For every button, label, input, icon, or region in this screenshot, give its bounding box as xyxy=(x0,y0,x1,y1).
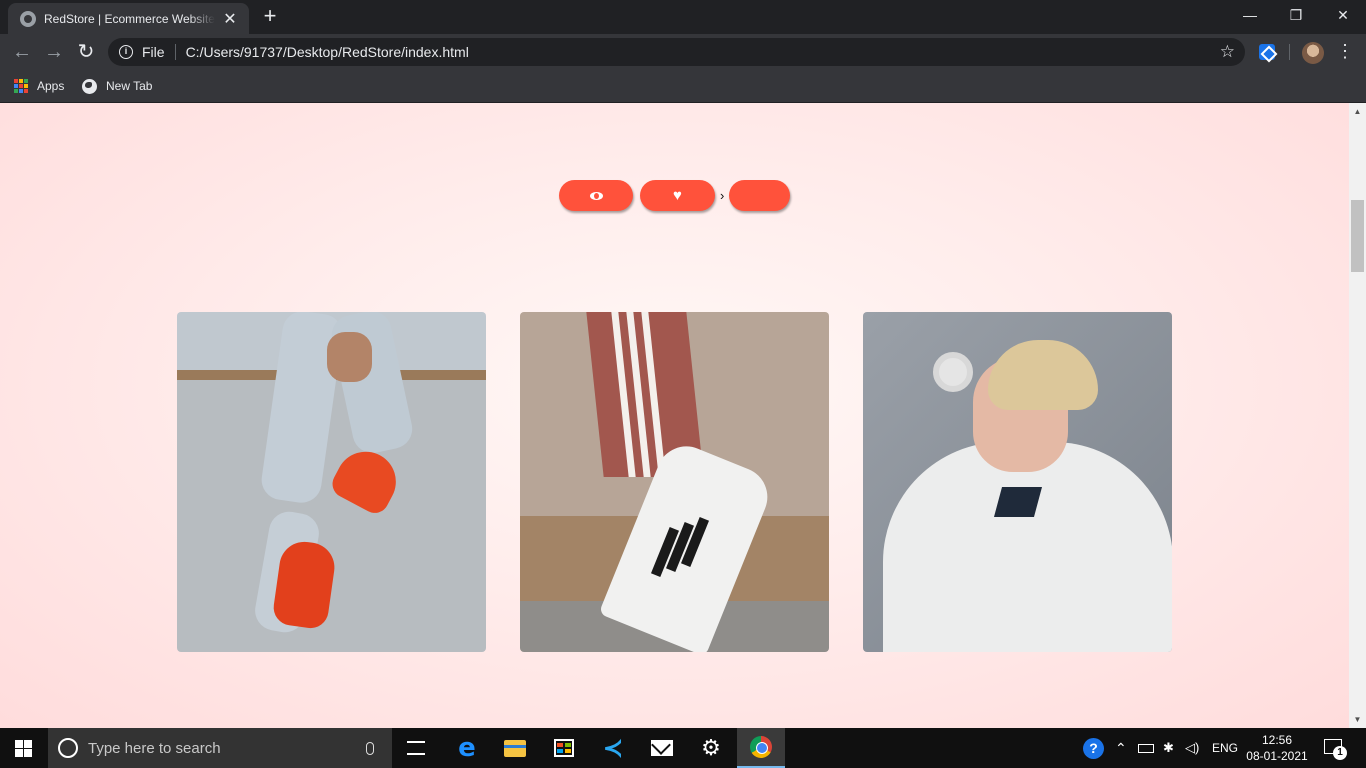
folder-icon xyxy=(504,739,526,757)
battery-tray-button[interactable] xyxy=(1138,728,1154,768)
forward-button[interactable]: → xyxy=(40,38,68,66)
chrome-taskbar-button[interactable] xyxy=(737,728,785,768)
vscode-taskbar-button[interactable]: ≺ xyxy=(589,728,637,768)
woman-adidas-hoodie-photo[interactable] xyxy=(863,312,1172,652)
chrome-icon xyxy=(750,736,772,758)
close-window-button[interactable]: ✕ xyxy=(1320,0,1366,30)
bookmark-apps-label: Apps xyxy=(37,79,65,93)
show-hidden-icons-button[interactable]: ⌃ xyxy=(1115,728,1127,768)
back-button[interactable]: ← xyxy=(8,38,36,66)
bookmark-apps[interactable]: Apps xyxy=(14,76,64,96)
settings-taskbar-button[interactable]: ⚙ xyxy=(687,728,735,768)
wifi-icon: ✱ xyxy=(1163,740,1174,755)
minimize-button[interactable]: — xyxy=(1227,0,1273,30)
task-view-icon xyxy=(407,741,425,755)
chevron-up-icon: ⌃ xyxy=(1115,739,1127,756)
notification-count-badge: 1 xyxy=(1333,746,1347,760)
eye-icon xyxy=(589,191,603,200)
url-text[interactable]: C:/Users/91737/Desktop/RedStore/index.ht… xyxy=(186,44,1220,60)
scroll-up-arrow[interactable]: ▲ xyxy=(1349,103,1366,120)
separator-glyph: › xyxy=(720,188,725,203)
scroll-thumb[interactable] xyxy=(1351,200,1364,272)
language-label: ENG xyxy=(1212,741,1239,755)
task-view-button[interactable] xyxy=(392,728,440,768)
help-tray-button[interactable]: ? xyxy=(1083,728,1104,768)
model-red-sneakers-photo[interactable] xyxy=(177,312,486,652)
bookmarks-bar: Apps New Tab xyxy=(0,70,1366,103)
view-button[interactable] xyxy=(559,180,633,211)
mail-icon xyxy=(651,740,673,756)
url-separator xyxy=(174,44,176,60)
cart-button[interactable] xyxy=(729,180,791,211)
restore-button[interactable]: ❐ xyxy=(1273,0,1319,30)
clock-date: 08-01-2021 xyxy=(1246,749,1308,763)
extension-icon[interactable] xyxy=(1259,44,1275,60)
help-icon: ? xyxy=(1083,737,1104,759)
language-indicator[interactable]: ENG xyxy=(1212,728,1238,768)
battery-icon xyxy=(1138,743,1154,753)
taskbar-search-placeholder: Type here to search xyxy=(88,739,221,757)
adidas-superstar-shoe-photo[interactable] xyxy=(520,312,829,652)
store-taskbar-button[interactable] xyxy=(540,728,588,768)
taskbar-clock[interactable]: 12:56 08-01-2021 xyxy=(1246,732,1308,764)
address-bar[interactable]: i File C:/Users/91737/Desktop/RedStore/i… xyxy=(108,38,1245,66)
edge-taskbar-button[interactable]: e xyxy=(443,728,491,768)
browser-menu-icon[interactable]: ⋮ xyxy=(1336,42,1354,62)
taskbar-search-box[interactable]: Type here to search xyxy=(48,728,392,768)
cortana-icon xyxy=(58,738,78,758)
microphone-icon[interactable] xyxy=(366,741,374,755)
edge-icon: e xyxy=(458,733,476,763)
windows-start-icon[interactable] xyxy=(15,740,32,757)
wifi-tray-button[interactable]: ✱ xyxy=(1163,728,1174,768)
bookmark-new-tab-label: New Tab xyxy=(106,79,153,93)
browser-tab[interactable]: RedStore | Ecommerce Website Design ✕ xyxy=(8,3,249,34)
tab-favicon-icon xyxy=(20,10,36,27)
reload-button[interactable]: ↻ xyxy=(72,38,100,66)
info-icon[interactable]: i xyxy=(119,45,133,59)
tab-close-icon[interactable]: ✕ xyxy=(221,9,239,29)
heart-icon: ♥ xyxy=(673,187,682,204)
browser-toolbar: ← → ↻ i File C:/Users/91737/Desktop/RedS… xyxy=(0,34,1366,70)
page-viewport: ♥ › xyxy=(0,103,1349,728)
scroll-down-arrow[interactable]: ▼ xyxy=(1349,711,1366,728)
vscode-icon: ≺ xyxy=(602,734,624,762)
windows-taskbar: Type here to search e ≺ ⚙ ? ⌃ ✱ ◁) ENG 1… xyxy=(0,728,1366,768)
wishlist-button[interactable]: ♥ xyxy=(640,180,715,211)
url-scheme-label: File xyxy=(142,44,165,60)
gear-icon: ⚙ xyxy=(701,735,721,760)
product-action-buttons: ♥ › xyxy=(559,180,791,211)
toolbar-separator xyxy=(1289,44,1290,60)
globe-icon xyxy=(82,78,97,94)
profile-avatar[interactable] xyxy=(1302,42,1324,64)
store-icon xyxy=(554,739,574,757)
page-scrollbar[interactable]: ▲ ▼ xyxy=(1349,103,1366,728)
mail-taskbar-button[interactable] xyxy=(638,728,686,768)
clock-time: 12:56 xyxy=(1261,733,1293,747)
file-explorer-taskbar-button[interactable] xyxy=(491,728,539,768)
tab-title: RedStore | Ecommerce Website Design xyxy=(44,11,215,26)
browser-titlebar: RedStore | Ecommerce Website Design ✕ + … xyxy=(0,0,1366,34)
bookmark-star-icon[interactable]: ☆ xyxy=(1220,42,1235,62)
new-tab-button[interactable]: + xyxy=(258,5,282,29)
apps-grid-icon xyxy=(14,79,28,93)
volume-tray-button[interactable]: ◁) xyxy=(1185,728,1199,768)
bookmark-new-tab[interactable]: New Tab xyxy=(82,76,152,96)
volume-icon: ◁) xyxy=(1185,740,1200,755)
